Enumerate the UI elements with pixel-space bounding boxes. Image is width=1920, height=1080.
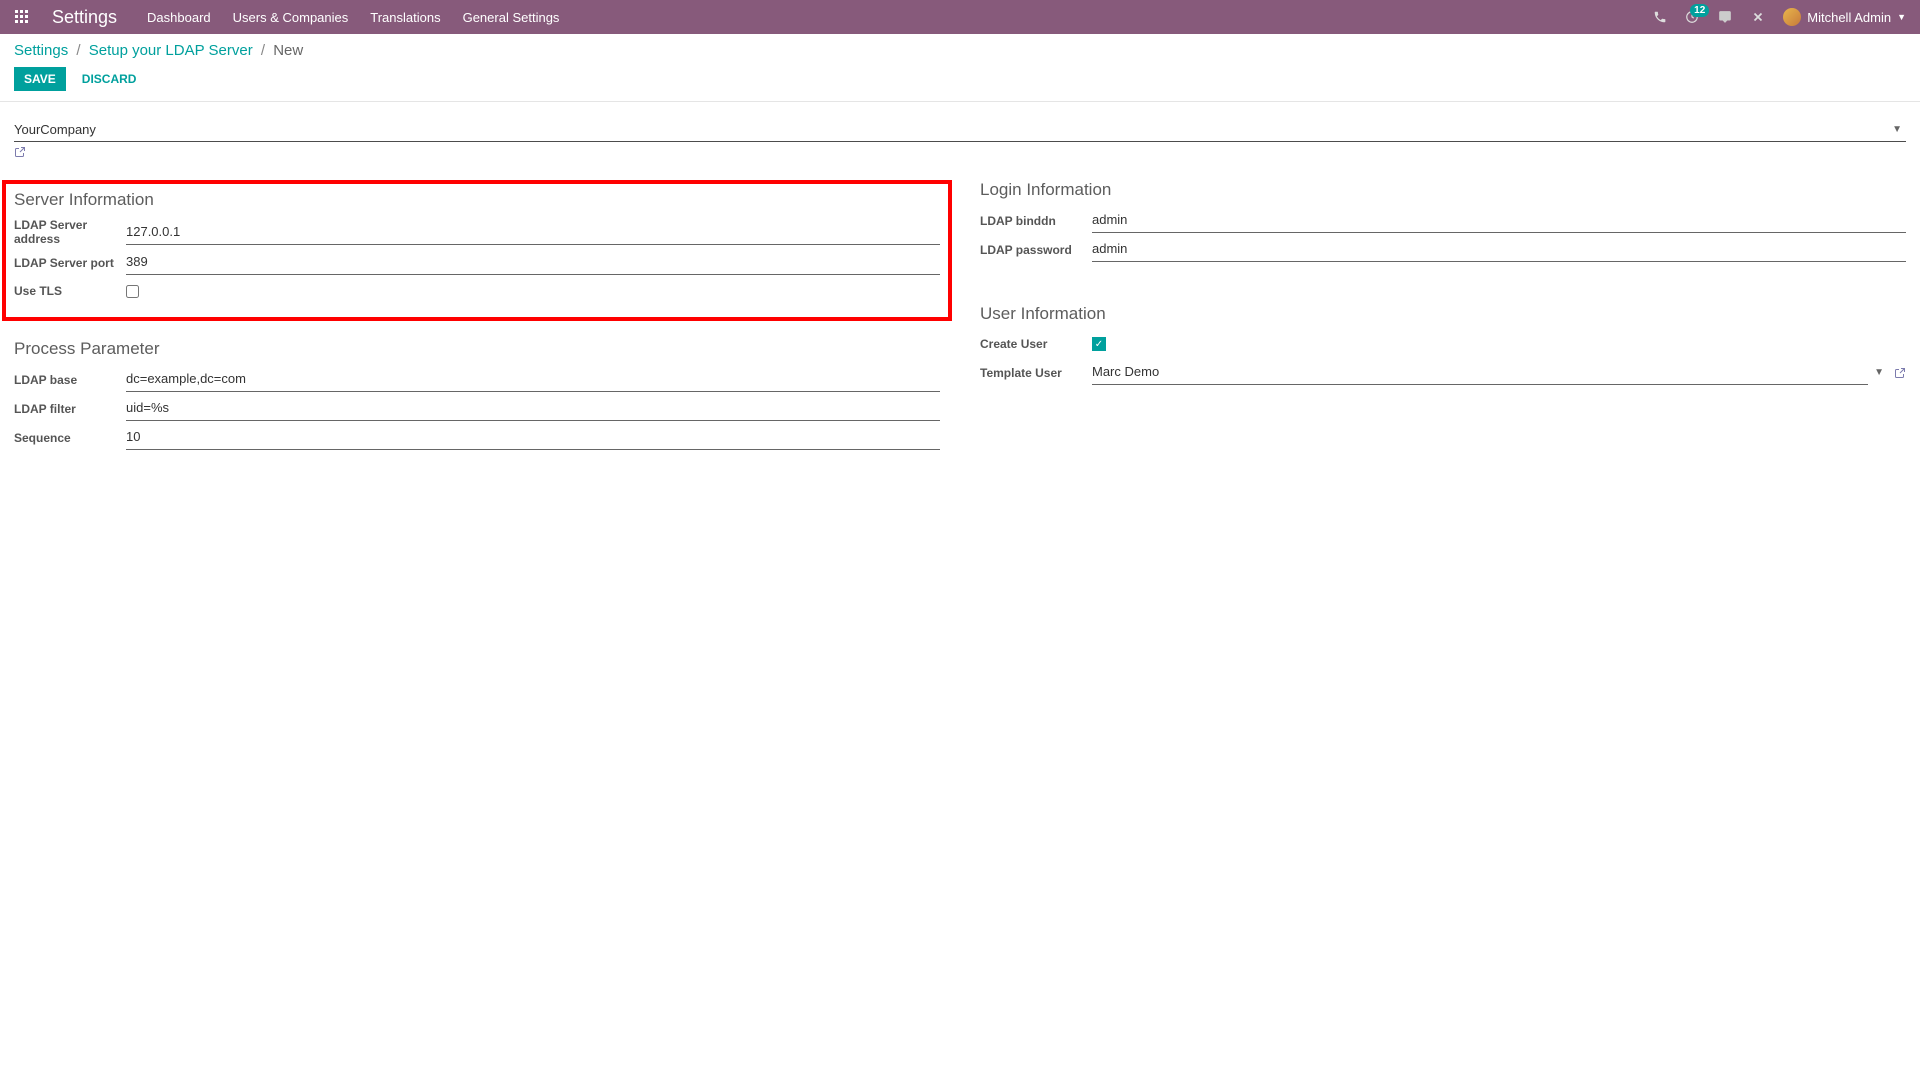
control-panel: Settings / Setup your LDAP Server / New … <box>0 34 1920 102</box>
filter-field[interactable] <box>126 396 940 421</box>
server-info-highlight: Server Information LDAP Server address L… <box>2 180 952 321</box>
address-label: LDAP Server address <box>14 218 126 246</box>
port-label: LDAP Server port <box>14 256 126 270</box>
login-info-section: Login Information LDAP binddn LDAP passw… <box>980 180 1906 262</box>
save-button[interactable]: SAVE <box>14 67 66 91</box>
port-field[interactable] <box>126 250 940 275</box>
systray: 12 Mitchell Admin ▼ <box>1653 8 1906 26</box>
password-label: LDAP password <box>980 243 1092 257</box>
sequence-input[interactable] <box>126 427 940 446</box>
user-name: Mitchell Admin <box>1807 10 1891 25</box>
port-input[interactable] <box>126 252 940 271</box>
breadcrumb-settings[interactable]: Settings <box>14 42 68 59</box>
base-input[interactable] <box>126 369 940 388</box>
password-input[interactable] <box>1092 239 1906 258</box>
discard-button[interactable]: DISCARD <box>72 67 147 91</box>
user-info-title: User Information <box>980 304 1906 324</box>
company-field[interactable]: ▼ <box>14 118 1906 142</box>
sequence-field[interactable] <box>126 425 940 450</box>
external-link-icon[interactable] <box>1894 367 1906 379</box>
server-info-title: Server Information <box>14 190 940 210</box>
close-icon[interactable] <box>1751 10 1765 24</box>
apps-icon[interactable] <box>14 9 30 25</box>
chat-icon[interactable] <box>1717 10 1733 24</box>
company-input[interactable] <box>14 118 1888 141</box>
caret-down-icon: ▼ <box>1897 12 1906 22</box>
create-user-label: Create User <box>980 337 1092 351</box>
create-user-checkbox[interactable]: ✓ <box>1092 337 1106 351</box>
main-menu: Dashboard Users & Companies Translations… <box>147 10 559 25</box>
breadcrumb: Settings / Setup your LDAP Server / New <box>14 42 1906 59</box>
menu-general-settings[interactable]: General Settings <box>463 10 560 25</box>
binddn-label: LDAP binddn <box>980 214 1092 228</box>
address-field[interactable] <box>126 220 940 245</box>
filter-label: LDAP filter <box>14 402 126 416</box>
base-field[interactable] <box>126 367 940 392</box>
sequence-label: Sequence <box>14 431 126 445</box>
binddn-field[interactable] <box>1092 208 1906 233</box>
form-groups-top: Server Information LDAP Server address L… <box>14 180 1906 454</box>
breadcrumb-current: New <box>273 42 303 59</box>
form-sheet: ▼ Server Information LDAP Server address… <box>0 102 1920 470</box>
process-param-section: Process Parameter LDAP base LDAP filter … <box>14 339 940 450</box>
password-field[interactable] <box>1092 237 1906 262</box>
menu-dashboard[interactable]: Dashboard <box>147 10 211 25</box>
phone-icon[interactable] <box>1653 10 1667 24</box>
login-info-title: Login Information <box>980 180 1906 200</box>
app-name[interactable]: Settings <box>52 7 117 28</box>
avatar <box>1783 8 1801 26</box>
base-label: LDAP base <box>14 373 126 387</box>
template-user-label: Template User <box>980 366 1092 380</box>
menu-users[interactable]: Users & Companies <box>233 10 349 25</box>
activity-icon[interactable]: 12 <box>1685 10 1699 24</box>
navbar: Settings Dashboard Users & Companies Tra… <box>0 0 1920 34</box>
caret-down-icon[interactable]: ▼ <box>1888 124 1906 135</box>
user-info-section: User Information Create User ✓ Template … <box>980 304 1906 385</box>
template-user-field[interactable]: ▼ <box>1092 360 1906 385</box>
activity-badge: 12 <box>1690 4 1709 17</box>
button-row: SAVE DISCARD <box>14 67 1906 91</box>
menu-translations[interactable]: Translations <box>370 10 440 25</box>
breadcrumb-ldap-list[interactable]: Setup your LDAP Server <box>89 42 253 59</box>
right-column: Login Information LDAP binddn LDAP passw… <box>980 180 1906 454</box>
tls-checkbox[interactable] <box>126 285 139 298</box>
filter-input[interactable] <box>126 398 940 417</box>
tls-label: Use TLS <box>14 284 126 298</box>
address-input[interactable] <box>126 222 940 241</box>
binddn-input[interactable] <box>1092 210 1906 229</box>
external-link-icon[interactable] <box>14 146 1906 158</box>
left-column: Server Information LDAP Server address L… <box>14 180 940 454</box>
user-menu[interactable]: Mitchell Admin ▼ <box>1783 8 1906 26</box>
template-user-input[interactable] <box>1092 362 1868 381</box>
process-param-title: Process Parameter <box>14 339 940 359</box>
caret-down-icon[interactable]: ▼ <box>1868 367 1890 378</box>
